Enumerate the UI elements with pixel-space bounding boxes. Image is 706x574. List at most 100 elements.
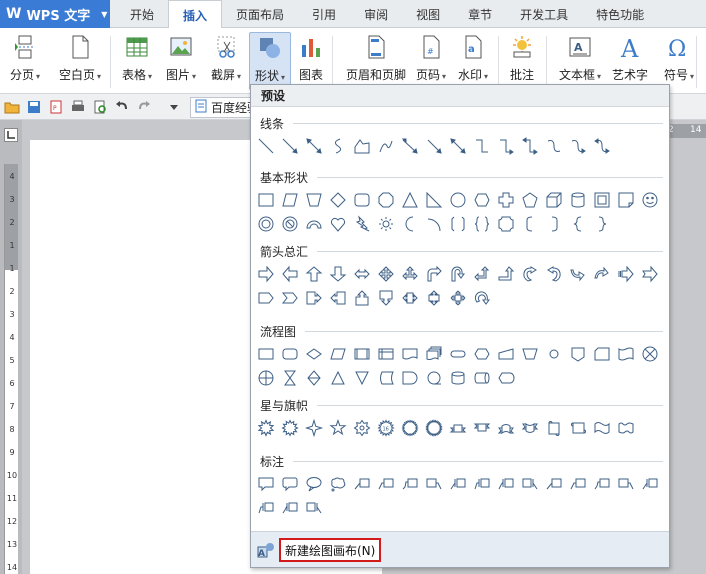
diamond-icon[interactable] — [327, 189, 349, 211]
flow-manual-operation-icon[interactable] — [519, 343, 541, 365]
tab-6[interactable]: 章节 — [454, 0, 506, 28]
left-right-arrow-callout-icon[interactable] — [399, 287, 421, 309]
star24-icon[interactable] — [399, 417, 421, 439]
tab-7[interactable]: 开发工具 — [506, 0, 582, 28]
flow-collate-icon[interactable] — [279, 367, 301, 389]
accent-border-callout1-icon[interactable] — [639, 473, 661, 495]
new-drawing-canvas-button[interactable]: 新建绘图画布(N) — [279, 538, 382, 562]
flow-merge-icon[interactable] — [351, 367, 373, 389]
open-folder-icon[interactable] — [4, 99, 20, 115]
sun-icon[interactable] — [375, 213, 397, 235]
bent-up-arrow-icon[interactable] — [495, 263, 517, 285]
right-brace-icon[interactable] — [591, 213, 613, 235]
horizontal-scroll-icon[interactable] — [567, 417, 589, 439]
ribbon-button-6[interactable]: 图表 — [294, 32, 328, 90]
oval-callout-icon[interactable] — [303, 473, 325, 495]
block-arc-icon[interactable] — [303, 213, 325, 235]
curve-icon[interactable] — [327, 135, 349, 157]
elbow-double-arrow-connector-icon[interactable] — [447, 135, 469, 157]
app-menu-button[interactable]: W WPS 文字 ▼ — [0, 0, 110, 28]
right-bracket-icon[interactable] — [543, 213, 565, 235]
left-arrow-callout-icon[interactable] — [327, 287, 349, 309]
star8-icon[interactable] — [351, 417, 373, 439]
wave-icon[interactable] — [591, 417, 613, 439]
undo-icon[interactable] — [114, 99, 130, 115]
tab-0[interactable]: 开始 — [116, 0, 168, 28]
pentagon-icon[interactable] — [519, 189, 541, 211]
line-callout2-icon[interactable] — [375, 473, 397, 495]
cloud-callout-icon[interactable] — [327, 473, 349, 495]
line-callout3-icon[interactable] — [399, 473, 421, 495]
save-icon[interactable] — [26, 99, 42, 115]
explosion2-icon[interactable] — [279, 417, 301, 439]
left-brace-icon[interactable] — [567, 213, 589, 235]
ribbon-button-9[interactable]: a 水印 ▾ — [448, 32, 498, 90]
frame-icon[interactable] — [591, 189, 613, 211]
double-brace-icon[interactable] — [471, 213, 493, 235]
star32-icon[interactable] — [423, 417, 445, 439]
print-preview-icon[interactable] — [92, 99, 108, 115]
curved-arrow-connector-icon[interactable] — [495, 135, 517, 157]
line-callout4-icon[interactable] — [423, 473, 445, 495]
rectangle-icon[interactable] — [255, 189, 277, 211]
u-turn-arrow-icon[interactable] — [447, 263, 469, 285]
flow-process-icon[interactable] — [255, 343, 277, 365]
octagon-icon[interactable] — [375, 189, 397, 211]
flow-offpage-connector-icon[interactable] — [567, 343, 589, 365]
flow-delay-icon[interactable] — [399, 367, 421, 389]
curved-right-arrow-icon[interactable] — [519, 263, 541, 285]
tab-5[interactable]: 视图 — [402, 0, 454, 28]
flow-decision-icon[interactable] — [303, 343, 325, 365]
arrow-line-icon[interactable] — [279, 135, 301, 157]
border-callout1-icon[interactable] — [543, 473, 565, 495]
curve-arrow-connector-icon[interactable] — [567, 135, 589, 157]
accent-border-callout3-icon[interactable] — [279, 497, 301, 519]
flow-sequential-storage-icon[interactable] — [423, 367, 445, 389]
left-right-arrow-icon[interactable] — [351, 263, 373, 285]
curve-double-arrow-connector-icon[interactable] — [591, 135, 613, 157]
elbow-connector-icon[interactable] — [399, 135, 421, 157]
tab-2[interactable]: 页面布局 — [222, 0, 298, 28]
ribbon-up-icon[interactable] — [447, 417, 469, 439]
line-callout1-icon[interactable] — [351, 473, 373, 495]
flow-document-icon[interactable] — [399, 343, 421, 365]
tab-4[interactable]: 审阅 — [350, 0, 402, 28]
flow-card-icon[interactable] — [591, 343, 613, 365]
accent-border-callout2-icon[interactable] — [255, 497, 277, 519]
print-icon[interactable] — [70, 99, 86, 115]
moon-icon[interactable] — [399, 213, 421, 235]
quad-arrow-icon[interactable] — [375, 263, 397, 285]
curved-double-arrow-connector-icon[interactable] — [519, 135, 541, 157]
ribbon-button-4[interactable]: 截屏 ▾ — [204, 32, 248, 90]
circular-arrow-icon[interactable] — [471, 287, 493, 309]
triangle-icon[interactable] — [399, 189, 421, 211]
right-triangle-icon[interactable] — [423, 189, 445, 211]
trapezoid-icon[interactable] — [303, 189, 325, 211]
flow-extract-icon[interactable] — [327, 367, 349, 389]
explosion1-icon[interactable] — [255, 417, 277, 439]
flow-sort-icon[interactable] — [303, 367, 325, 389]
ribbon-down-icon[interactable] — [471, 417, 493, 439]
vertical-scroll-icon[interactable] — [543, 417, 565, 439]
flow-punched-tape-icon[interactable] — [615, 343, 637, 365]
flow-predefined-process-icon[interactable] — [351, 343, 373, 365]
customize-toolbar-icon[interactable] — [166, 99, 182, 115]
up-arrow-callout-icon[interactable] — [351, 287, 373, 309]
ribbon-button-3[interactable]: 图片 ▾ — [160, 32, 202, 90]
cube-icon[interactable] — [543, 189, 565, 211]
curved-down-arrow-icon[interactable] — [591, 263, 613, 285]
curved-connector-icon[interactable] — [471, 135, 493, 157]
scribble-icon[interactable] — [375, 135, 397, 157]
accent-callout2-icon[interactable] — [471, 473, 493, 495]
ribbon-button-2[interactable]: 表格 ▾ — [116, 32, 158, 90]
ribbon-button-10[interactable]: 批注 — [504, 32, 540, 90]
flow-direct-access-storage-icon[interactable] — [471, 367, 493, 389]
smiley-icon[interactable] — [639, 189, 661, 211]
parallelogram-icon[interactable] — [279, 189, 301, 211]
accent-callout3-icon[interactable] — [495, 473, 517, 495]
flow-preparation-icon[interactable] — [471, 343, 493, 365]
ribbon-button-1[interactable]: 空白页 ▾ — [52, 32, 108, 90]
star5-icon[interactable] — [327, 417, 349, 439]
pentagon-arrow-icon[interactable] — [255, 287, 277, 309]
flow-display-icon[interactable] — [495, 367, 517, 389]
